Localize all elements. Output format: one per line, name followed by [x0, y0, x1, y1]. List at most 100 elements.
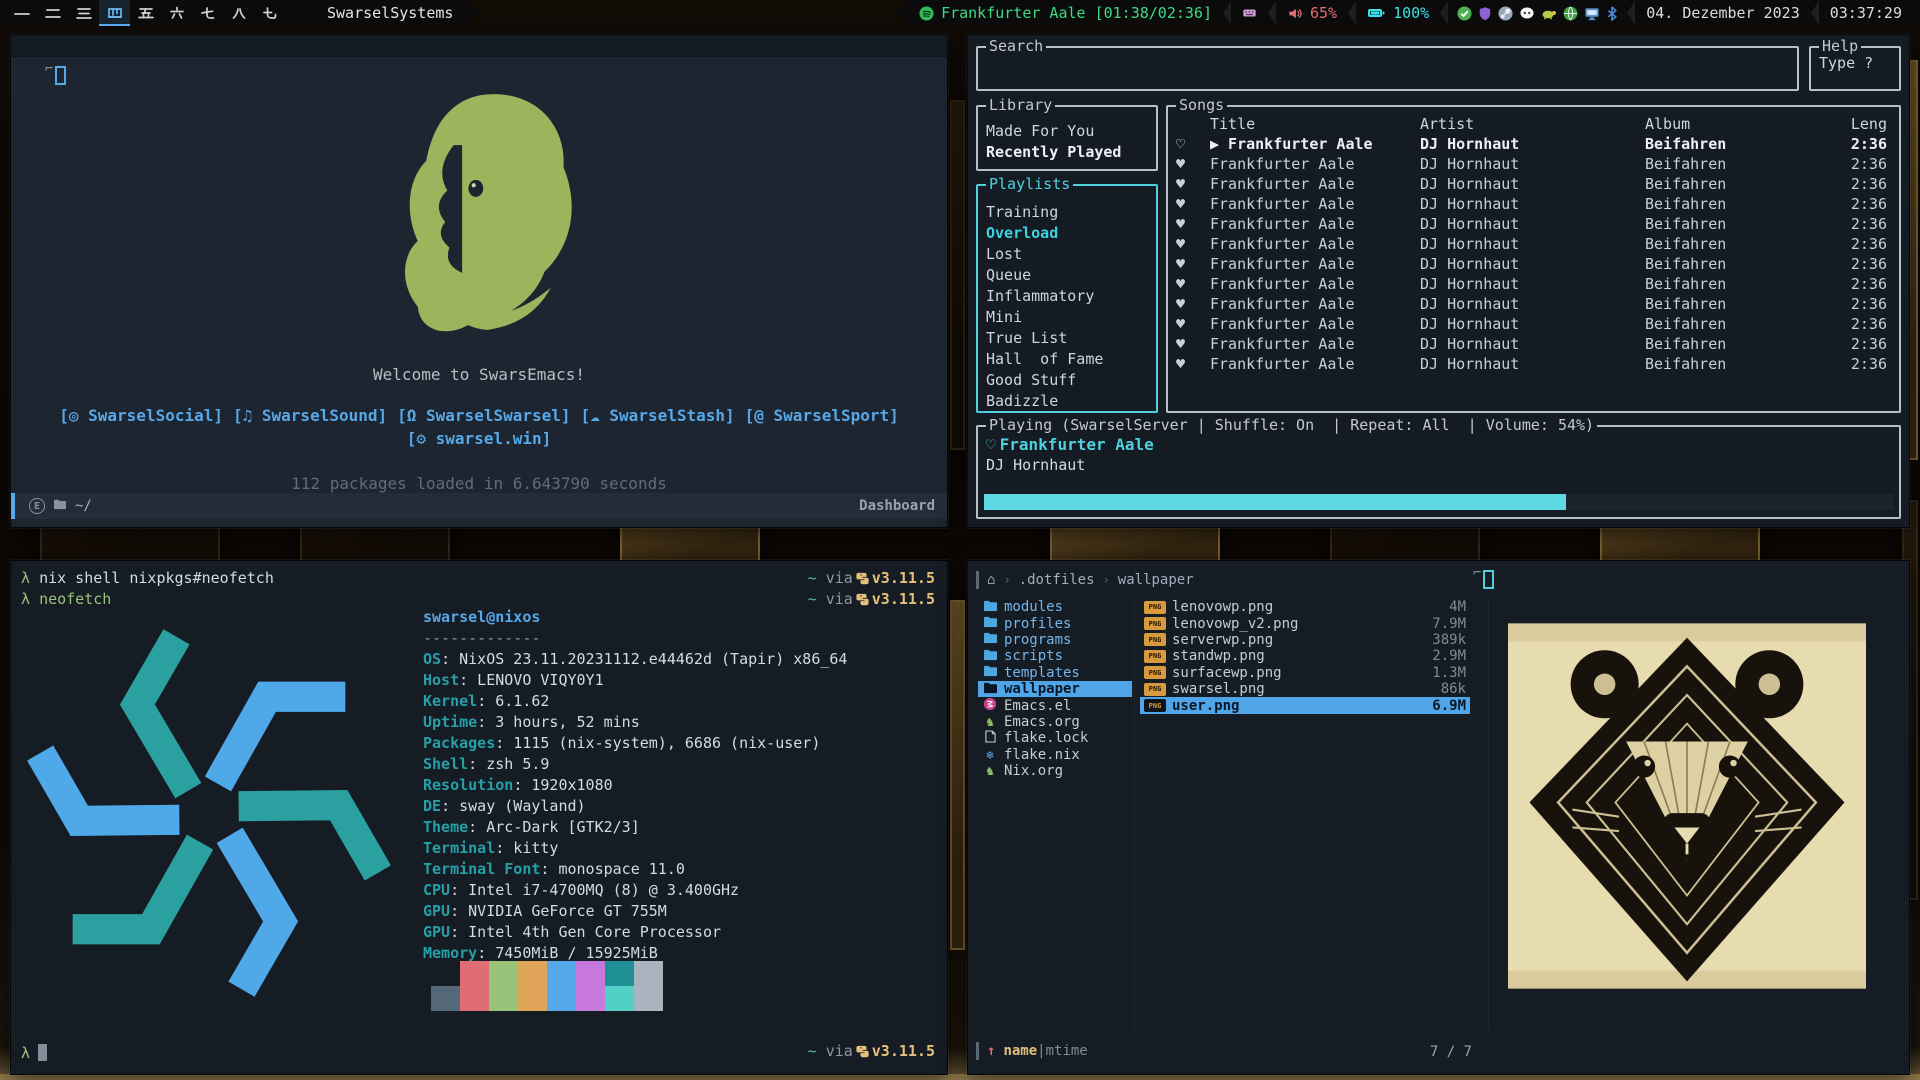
- song-row[interactable]: ♥Frankfurter AaleDJ HornhautBeifahren2:3…: [1168, 275, 1899, 295]
- heart-filled-icon[interactable]: ♥: [1176, 275, 1185, 293]
- playlist-item-lost[interactable]: Lost: [986, 244, 1156, 265]
- file-entry-surfacewp.png[interactable]: PNGsurfacewp.png1.3M: [1140, 665, 1470, 681]
- workspace-button-2[interactable]: [37, 0, 68, 26]
- file-entry-lenovowp.png[interactable]: PNGlenovowp.png4M: [1140, 599, 1470, 615]
- sort-field[interactable]: name: [1003, 1043, 1037, 1059]
- sort-alt-field[interactable]: mtime: [1046, 1043, 1088, 1059]
- playlist-item-true-list[interactable]: True List: [986, 328, 1156, 349]
- file-entry-lenovowp_v2.png[interactable]: PNGlenovowp_v2.png7.9M: [1140, 615, 1470, 631]
- dashboard-button-swarsel-win[interactable]: [⚙ swarsel.win]: [407, 429, 552, 448]
- playlist-item-hall-of-fame[interactable]: Hall of Fame: [986, 349, 1156, 370]
- heart-filled-icon[interactable]: ♥: [1176, 335, 1185, 353]
- workspace-button-9[interactable]: [254, 0, 285, 26]
- dashboard-button-swarselsport[interactable]: [@ SwarselSport]: [745, 406, 899, 425]
- seek-bar[interactable]: [984, 494, 1893, 510]
- tray-icon-network-globe[interactable]: [1563, 6, 1578, 21]
- file-entry-nix.org[interactable]: ♞Nix.org: [978, 763, 1132, 779]
- keyboard-module[interactable]: [1232, 0, 1267, 26]
- file-entry-programs[interactable]: programs: [978, 632, 1132, 648]
- workspace-button-5[interactable]: [130, 0, 161, 26]
- dashboard-button-swarselsound[interactable]: [♫ SwarselSound]: [233, 406, 387, 425]
- playlist-item-queue[interactable]: Queue: [986, 265, 1156, 286]
- file-entry-profiles[interactable]: profiles: [978, 615, 1132, 631]
- library-item-recently-played[interactable]: Recently Played: [986, 142, 1156, 163]
- heart-filled-icon[interactable]: ♥: [1176, 255, 1185, 273]
- heart-filled-icon[interactable]: ♥: [1176, 355, 1185, 373]
- file-entry-flake.nix[interactable]: ❄flake.nix: [978, 747, 1132, 763]
- file-entry-serverwp.png[interactable]: PNGserverwp.png389k: [1140, 632, 1470, 648]
- workspace-button-6[interactable]: [161, 0, 192, 26]
- file-entry-swarsel.png[interactable]: PNGswarsel.png86k: [1140, 681, 1470, 697]
- file-entry-templates[interactable]: templates: [978, 665, 1132, 681]
- song-row[interactable]: ♥Frankfurter AaleDJ HornhautBeifahren2:3…: [1168, 215, 1899, 235]
- file-entry-emacs.org[interactable]: ♞Emacs.org: [978, 714, 1132, 730]
- tray-icon-syncthing-check[interactable]: [1457, 6, 1472, 21]
- sort-ascending-icon[interactable]: ↑: [987, 1043, 995, 1059]
- breadcrumb-segment-wallpaper[interactable]: wallpaper: [1118, 572, 1194, 588]
- playlist-item-overload[interactable]: Overload: [986, 223, 1156, 244]
- tray-icon-turtle[interactable]: [1541, 7, 1557, 20]
- song-row[interactable]: ♥Frankfurter AaleDJ HornhautBeifahren2:3…: [1168, 195, 1899, 215]
- battery-module[interactable]: 100%: [1357, 0, 1439, 26]
- song-row[interactable]: ♥Frankfurter AaleDJ HornhautBeifahren2:3…: [1168, 155, 1899, 175]
- file-entry-wallpaper[interactable]: wallpaper: [978, 681, 1132, 697]
- playlist-item-mini[interactable]: Mini: [986, 307, 1156, 328]
- workspace-button-4[interactable]: [99, 0, 130, 26]
- breadcrumb-segment-dotfiles[interactable]: .dotfiles: [1019, 572, 1095, 588]
- prompt-line-current[interactable]: λ: [21, 1044, 47, 1062]
- clock-module[interactable]: 03:37:29: [1820, 0, 1912, 26]
- terminal-window[interactable]: λ nix shell nixpkgs#neofetch ~ viav3.11.…: [10, 560, 948, 1075]
- volume-module[interactable]: 65%: [1277, 0, 1347, 26]
- playlist-item-inflammatory[interactable]: Inflammatory: [986, 286, 1156, 307]
- tray-icon-bluetooth[interactable]: [1606, 6, 1618, 21]
- workspace-button-7[interactable]: [192, 0, 223, 26]
- song-row[interactable]: ♥Frankfurter AaleDJ HornhautBeifahren2:3…: [1168, 315, 1899, 335]
- heart-filled-icon[interactable]: ♥: [1176, 295, 1185, 313]
- library-item-made-for-you[interactable]: Made For You: [986, 121, 1156, 142]
- song-row[interactable]: ♡▶ Frankfurter AaleDJ HornhautBeifahren2…: [1168, 135, 1899, 155]
- song-row[interactable]: ♥Frankfurter AaleDJ HornhautBeifahren2:3…: [1168, 335, 1899, 355]
- song-row[interactable]: ♥Frankfurter AaleDJ HornhautBeifahren2:3…: [1168, 235, 1899, 255]
- search-box[interactable]: Search: [976, 46, 1799, 91]
- workspace-button-3[interactable]: [68, 0, 99, 26]
- heart-filled-icon[interactable]: ♥: [1176, 215, 1185, 233]
- playlist-item-training[interactable]: Training: [986, 202, 1156, 223]
- heart-filled-icon[interactable]: ♥: [1176, 315, 1185, 333]
- file-name: lenovowp.png: [1172, 599, 1443, 615]
- workspace-button-1[interactable]: [6, 0, 37, 26]
- file-entry-scripts[interactable]: scripts: [978, 648, 1132, 664]
- dashboard-button-swarselstash[interactable]: [☁ SwarselStash]: [581, 406, 735, 425]
- song-row[interactable]: ♥Frankfurter AaleDJ HornhautBeifahren2:3…: [1168, 295, 1899, 315]
- song-row[interactable]: ♥Frankfurter AaleDJ HornhautBeifahren2:3…: [1168, 255, 1899, 275]
- file-entry-emacs.el[interactable]: Emacs.el: [978, 697, 1132, 713]
- file-manager-window[interactable]: ⌂ › .dotfiles › wallpaper ⌐ modulesprofi…: [967, 560, 1910, 1075]
- heart-filled-icon[interactable]: ♥: [1176, 235, 1185, 253]
- music-player-window[interactable]: Search Help Type ? Library Made For YouR…: [967, 34, 1910, 528]
- heart-filled-icon[interactable]: ♥: [1176, 155, 1185, 173]
- heart-filled-icon[interactable]: ♥: [1176, 175, 1185, 193]
- playlist-item-good-stuff[interactable]: Good Stuff: [986, 370, 1156, 391]
- file-entry-standwp.png[interactable]: PNGstandwp.png2.9M: [1140, 648, 1470, 664]
- tray-icon-steam[interactable]: [1498, 6, 1513, 21]
- tray-icon-shield[interactable]: [1478, 6, 1492, 21]
- playlist-item-badizzle[interactable]: Badizzle: [986, 391, 1156, 412]
- song-row[interactable]: ♥Frankfurter AaleDJ HornhautBeifahren2:3…: [1168, 175, 1899, 195]
- file-entry-user.png[interactable]: PNGuser.png6.9M: [1140, 697, 1470, 713]
- date-module[interactable]: 04. Dezember 2023: [1636, 0, 1810, 26]
- file-entry-flake.lock[interactable]: flake.lock: [978, 730, 1132, 746]
- tray-icon-discord[interactable]: [1519, 6, 1535, 20]
- home-icon[interactable]: ⌂: [987, 572, 995, 588]
- emacs-window[interactable]: ⌐ Welcome to SwarsEmacs! [◎ SwarselSocia…: [10, 34, 948, 528]
- tray-icon-remote-desktop[interactable]: [1584, 6, 1600, 21]
- spotify-module[interactable]: Frankfurter Aale [01:38/02:36]: [909, 0, 1222, 26]
- workspace-button-8[interactable]: [223, 0, 254, 26]
- neofetch-key: CPU: [423, 881, 450, 899]
- keyboard-icon: [1242, 6, 1257, 20]
- dashboard-button-swarselsocial[interactable]: [◎ SwarselSocial]: [59, 406, 223, 425]
- dashboard-button-swarselswarsel[interactable]: [Ω SwarselSwarsel]: [397, 406, 570, 425]
- heart-outline-icon[interactable]: ♡: [1176, 135, 1185, 153]
- song-row[interactable]: ♥Frankfurter AaleDJ HornhautBeifahren2:3…: [1168, 355, 1899, 375]
- file-entry-modules[interactable]: modules: [978, 599, 1132, 615]
- heart-filled-icon[interactable]: ♥: [1176, 195, 1185, 213]
- heart-icon[interactable]: ♡: [986, 435, 996, 454]
